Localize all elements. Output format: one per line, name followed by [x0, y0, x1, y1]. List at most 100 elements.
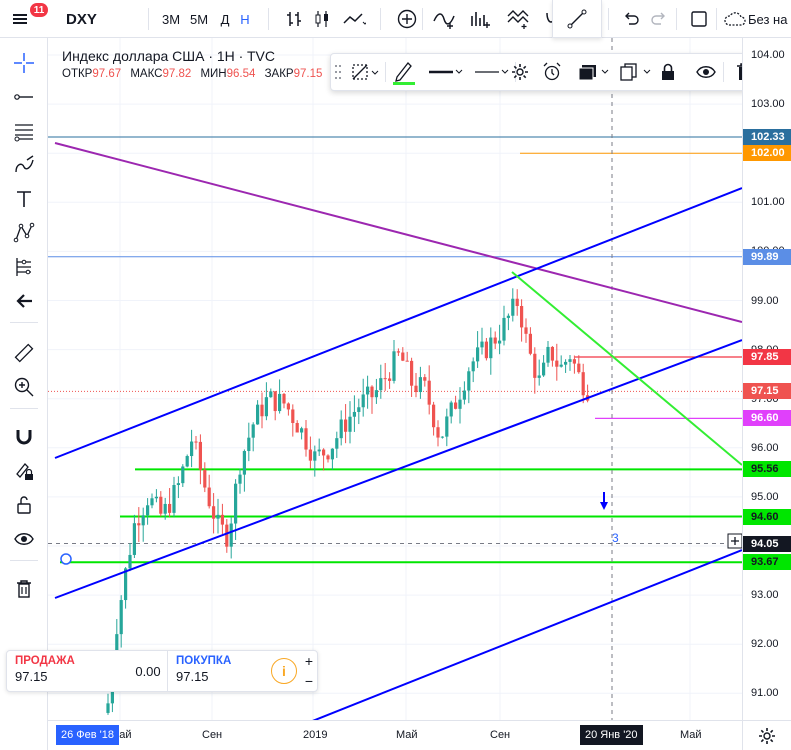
lock-button[interactable] — [653, 54, 683, 90]
lock-icon — [662, 63, 674, 80]
redo-button[interactable] — [644, 0, 674, 38]
price-axis[interactable]: 104.00103.00102.00101.00100.0099.0098.00… — [742, 38, 791, 720]
candle-body — [128, 554, 132, 569]
templates-button[interactable] — [502, 0, 536, 38]
indicators-button[interactable] — [428, 0, 460, 38]
candle-body — [379, 378, 383, 391]
settings-button[interactable] — [505, 54, 535, 90]
high-value: 97.82 — [162, 68, 192, 80]
layout-name[interactable]: Без на — [748, 0, 791, 38]
candles-icon — [315, 11, 328, 27]
candle-body — [511, 298, 515, 316]
ruler-tool[interactable] — [0, 338, 48, 368]
candle-body — [220, 514, 224, 525]
lock-draw-icon — [16, 463, 33, 480]
unlock-tool[interactable] — [0, 490, 48, 520]
bars-style-button[interactable] — [280, 0, 308, 38]
crosshair-icon — [14, 53, 34, 73]
redo-icon — [651, 12, 665, 25]
channel-bottom-line[interactable] — [310, 549, 742, 720]
financials-button[interactable] — [464, 0, 496, 38]
back-tool[interactable] — [0, 286, 48, 316]
candle-body — [317, 449, 321, 452]
price-tick: 101.00 — [751, 196, 785, 209]
line-width-dropdown[interactable] — [425, 54, 465, 90]
line-style-button[interactable] — [338, 0, 370, 38]
time-axis[interactable]: Май Сен 2019 Май Сен Май 26 Фев '18 20 Янв '20 — [48, 720, 742, 750]
interval-day[interactable]: Д — [214, 0, 236, 38]
alert-on-drawing-button[interactable] — [537, 54, 567, 90]
candle-body — [581, 372, 585, 396]
candle-body — [159, 496, 163, 514]
candle-body — [414, 385, 418, 393]
square-icon — [691, 11, 707, 27]
lock-draw-tool[interactable] — [0, 456, 48, 486]
candle-body — [533, 353, 537, 378]
candle-body — [185, 456, 189, 467]
symbol-search[interactable]: DXY — [40, 0, 130, 38]
clone-dropdown[interactable] — [615, 54, 655, 90]
candle-body — [568, 359, 572, 362]
magnet-tool[interactable] — [0, 422, 48, 452]
candle-body — [335, 438, 339, 449]
candle-body — [137, 523, 141, 526]
order-info-button[interactable]: i — [271, 658, 297, 684]
candle-body — [555, 360, 559, 367]
trendline-tool[interactable] — [0, 82, 48, 112]
visual-order-dropdown[interactable] — [573, 54, 613, 90]
candle-body — [264, 397, 268, 417]
zoom-tool[interactable] — [0, 372, 48, 402]
chart-canvas[interactable]: 3 — [48, 38, 742, 720]
brush-tool[interactable] — [0, 150, 48, 180]
candle-body — [141, 515, 145, 526]
price-tick: 104.00 — [751, 49, 785, 61]
prediction-tool[interactable] — [0, 252, 48, 282]
interval-3m[interactable]: 3M — [160, 0, 182, 38]
text-tool[interactable] — [0, 184, 48, 214]
candle-body — [436, 427, 440, 438]
fullscreen-button[interactable] — [684, 0, 714, 38]
undo-button[interactable] — [616, 0, 646, 38]
crosshair-plus-icon[interactable] — [727, 533, 742, 549]
fib-tool[interactable] — [0, 116, 48, 146]
price-label: 96.60 — [743, 410, 791, 427]
template-dropdown[interactable] — [347, 54, 383, 90]
increase-button[interactable]: + — [305, 653, 313, 669]
price-label: 94.60 — [743, 508, 791, 525]
chart-pane[interactable]: 3 — [48, 38, 742, 720]
indicators-icon — [433, 13, 455, 29]
line-color-button[interactable] — [389, 54, 419, 90]
visibility-tool[interactable] — [0, 524, 48, 554]
buy-button[interactable]: ПОКУПКА 97.15 — [167, 651, 267, 691]
candle-body — [493, 337, 497, 344]
price-label: 102.33 — [743, 128, 791, 145]
drag-handle[interactable] — [331, 54, 345, 90]
candle-body — [410, 360, 414, 386]
candle-body — [537, 375, 541, 378]
crosshair-tool[interactable] — [0, 48, 48, 78]
decrease-button[interactable]: − — [305, 673, 313, 689]
back-icon — [16, 294, 32, 308]
candle-body — [198, 441, 202, 470]
pattern-tool[interactable] — [0, 218, 48, 248]
drawing-mode-toggle[interactable] — [552, 0, 602, 38]
remove-drawings-tool[interactable] — [0, 574, 48, 604]
interval-hour[interactable]: Н — [234, 0, 256, 38]
sell-button[interactable]: ПРОДАЖА 97.15 — [7, 651, 119, 691]
candle-body — [515, 298, 519, 307]
chart-settings-button[interactable] — [742, 720, 791, 750]
gear-icon — [512, 64, 528, 80]
hide-button[interactable] — [691, 54, 721, 90]
channel-upper-line[interactable] — [54, 187, 742, 459]
cloud-save-button[interactable] — [722, 0, 748, 38]
templates-icon — [507, 10, 529, 29]
candles-style-button[interactable] — [308, 0, 336, 38]
candle-body — [322, 449, 326, 456]
candle-body — [247, 437, 251, 452]
candle-body — [295, 422, 299, 433]
line-anchor-handle[interactable] — [60, 553, 72, 565]
compare-button[interactable] — [392, 0, 422, 38]
interval-5m[interactable]: 5M — [188, 0, 210, 38]
resistance-trendline[interactable] — [54, 142, 742, 323]
quantity-stepper[interactable]: + − — [301, 651, 317, 691]
